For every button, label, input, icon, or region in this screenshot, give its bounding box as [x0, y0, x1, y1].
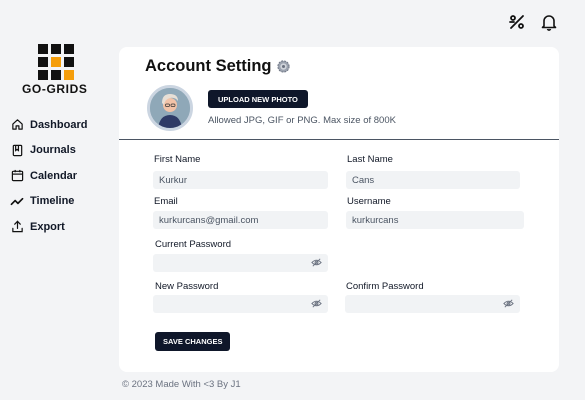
sidebar-item-label: Dashboard: [30, 118, 88, 131]
export-icon: [10, 220, 24, 234]
sidebar-item-export[interactable]: Export: [10, 214, 87, 240]
last-name-field[interactable]: [346, 171, 520, 189]
sidebar-item-dashboard[interactable]: Dashboard: [10, 112, 87, 138]
sidebar-item-label: Calendar: [30, 169, 78, 182]
calendar-icon: [10, 169, 24, 183]
upload-hint: Allowed JPG, GIF or PNG. Max size of 800…: [208, 115, 396, 126]
sidebar-item-label: Export: [30, 220, 65, 233]
upload-photo-button[interactable]: UPLOAD NEW PHOTO: [208, 90, 308, 108]
new-password-field[interactable]: [153, 295, 328, 313]
gear-icon: [276, 59, 291, 74]
email-label: Email: [154, 196, 178, 207]
last-name-label: Last Name: [347, 154, 393, 165]
save-changes-button[interactable]: SAVE CHANGES: [155, 332, 231, 351]
email-field[interactable]: [153, 211, 328, 229]
first-name-label: First Name: [154, 154, 201, 165]
first-name-field[interactable]: [153, 171, 328, 189]
footer-text: © 2023 Made With <3 By J1: [122, 379, 241, 390]
avatar[interactable]: [147, 85, 193, 131]
username-field[interactable]: [346, 211, 524, 229]
current-password-label: Current Password: [155, 239, 232, 250]
confirm-password-label: Confirm Password: [346, 281, 424, 292]
sidebar-item-journals[interactable]: Journals: [10, 138, 87, 164]
sidebar-item-label: Journals: [30, 144, 76, 157]
divider: [119, 139, 559, 140]
username-label: Username: [347, 196, 391, 207]
logo[interactable]: [38, 44, 76, 80]
eye-off-icon[interactable]: [311, 257, 322, 268]
sidebar-item-label: Timeline: [30, 195, 75, 208]
confirm-password-field[interactable]: [345, 295, 520, 313]
percent-icon[interactable]: [507, 12, 527, 32]
sidebar: Dashboard Journals Calendar Timeline Exp…: [10, 112, 87, 240]
logo-grid-icon: [38, 44, 76, 80]
current-password-field[interactable]: [153, 254, 328, 272]
home-icon: [10, 118, 24, 132]
page-title: Account Setting: [145, 57, 291, 76]
eye-off-icon[interactable]: [503, 298, 514, 309]
sidebar-item-timeline[interactable]: Timeline: [10, 189, 87, 215]
trend-icon: [10, 194, 24, 208]
page-title-text: Account Setting: [145, 57, 272, 75]
account-settings-card: Account Setting UPLOAD NEW PHOTO Allowed…: [119, 47, 559, 372]
new-password-label: New Password: [155, 281, 219, 292]
header-icons: [507, 12, 559, 32]
eye-off-icon[interactable]: [311, 298, 322, 309]
bell-icon[interactable]: [539, 12, 559, 32]
book-icon: [10, 143, 24, 157]
sidebar-item-calendar[interactable]: Calendar: [10, 163, 87, 189]
app-name: GO-GRIDS: [22, 82, 88, 96]
